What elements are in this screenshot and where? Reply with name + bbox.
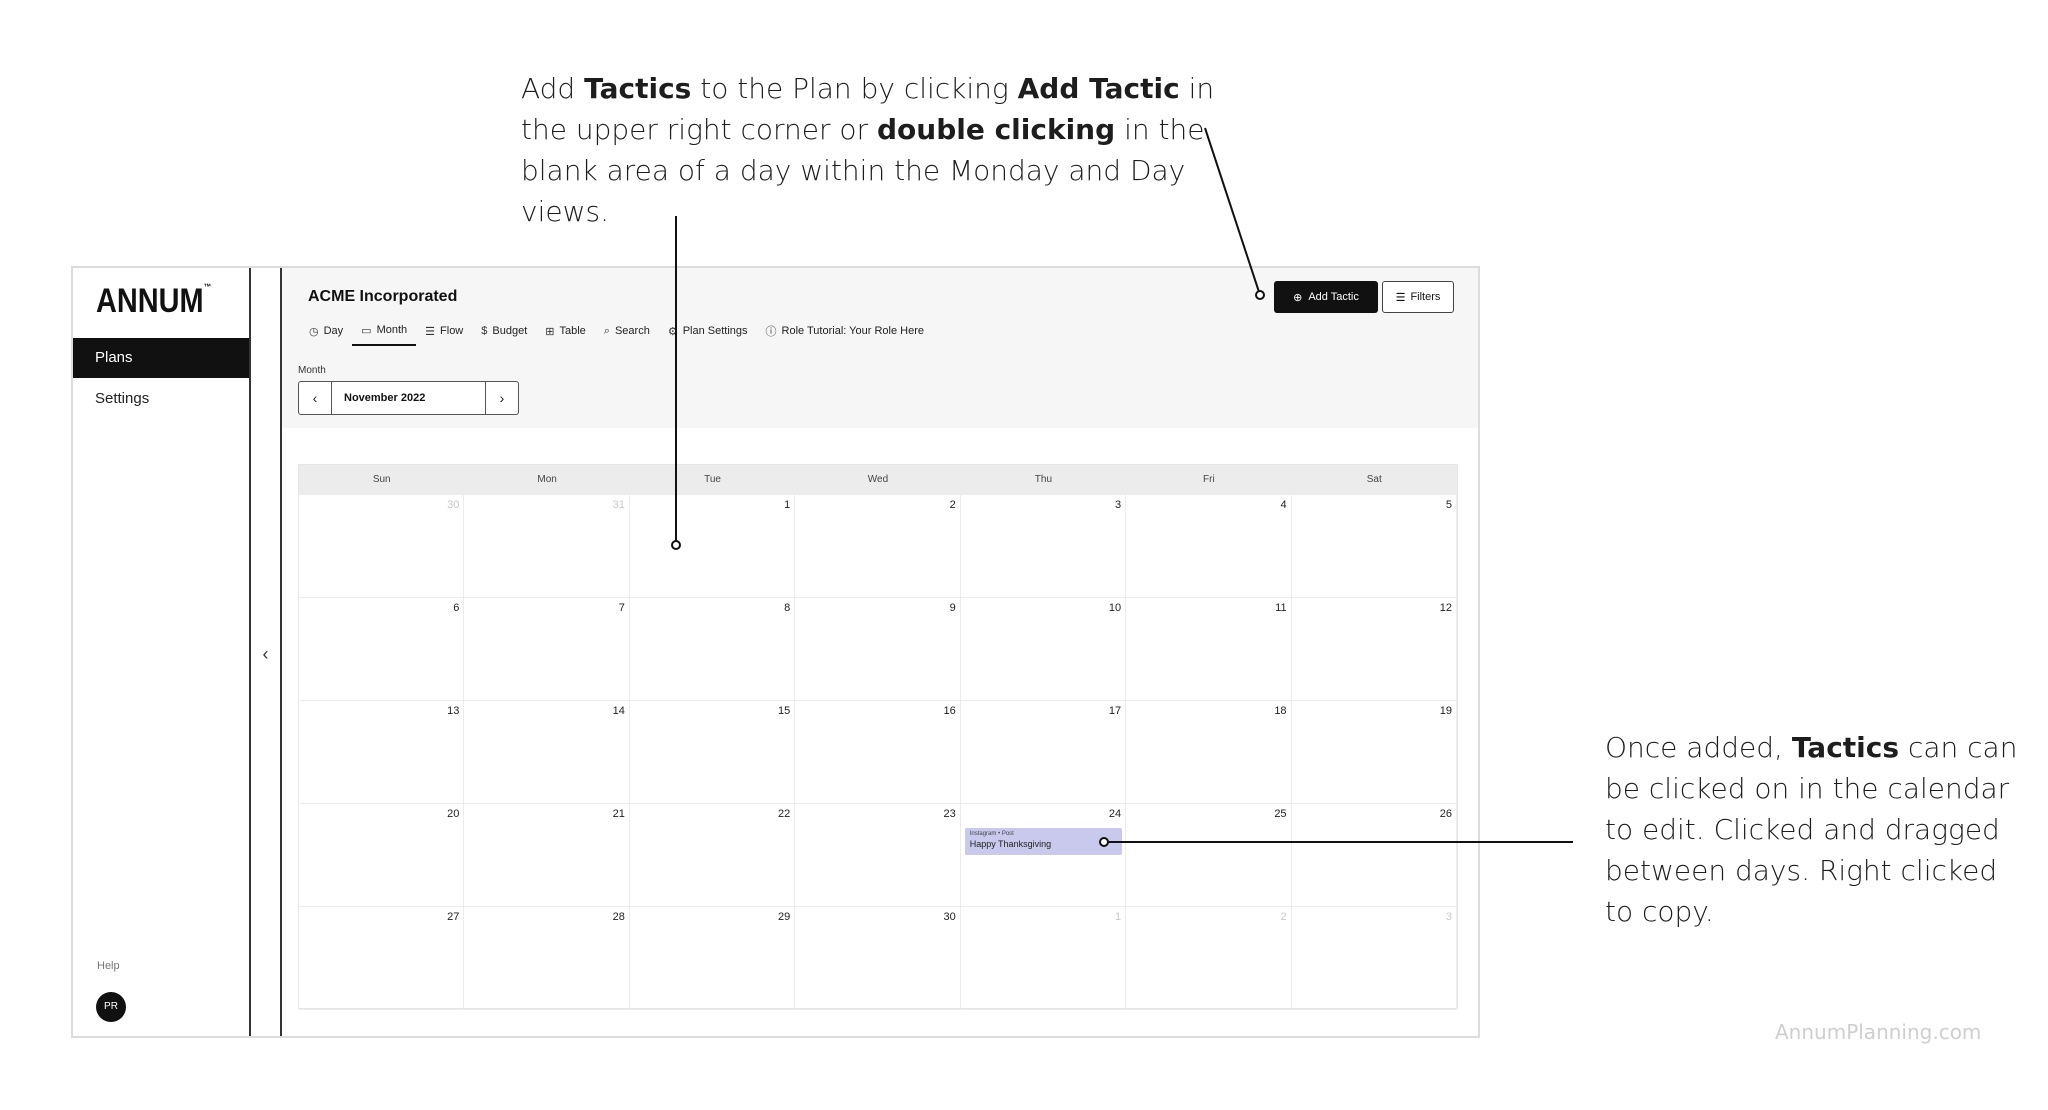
callout-line-add-tactic — [1204, 127, 1261, 296]
callout-dot-top — [671, 540, 681, 550]
callout-dot-add-tactic — [1255, 290, 1265, 300]
callout-lines — [671, 127, 1573, 847]
callout-dot-event — [1099, 837, 1109, 847]
